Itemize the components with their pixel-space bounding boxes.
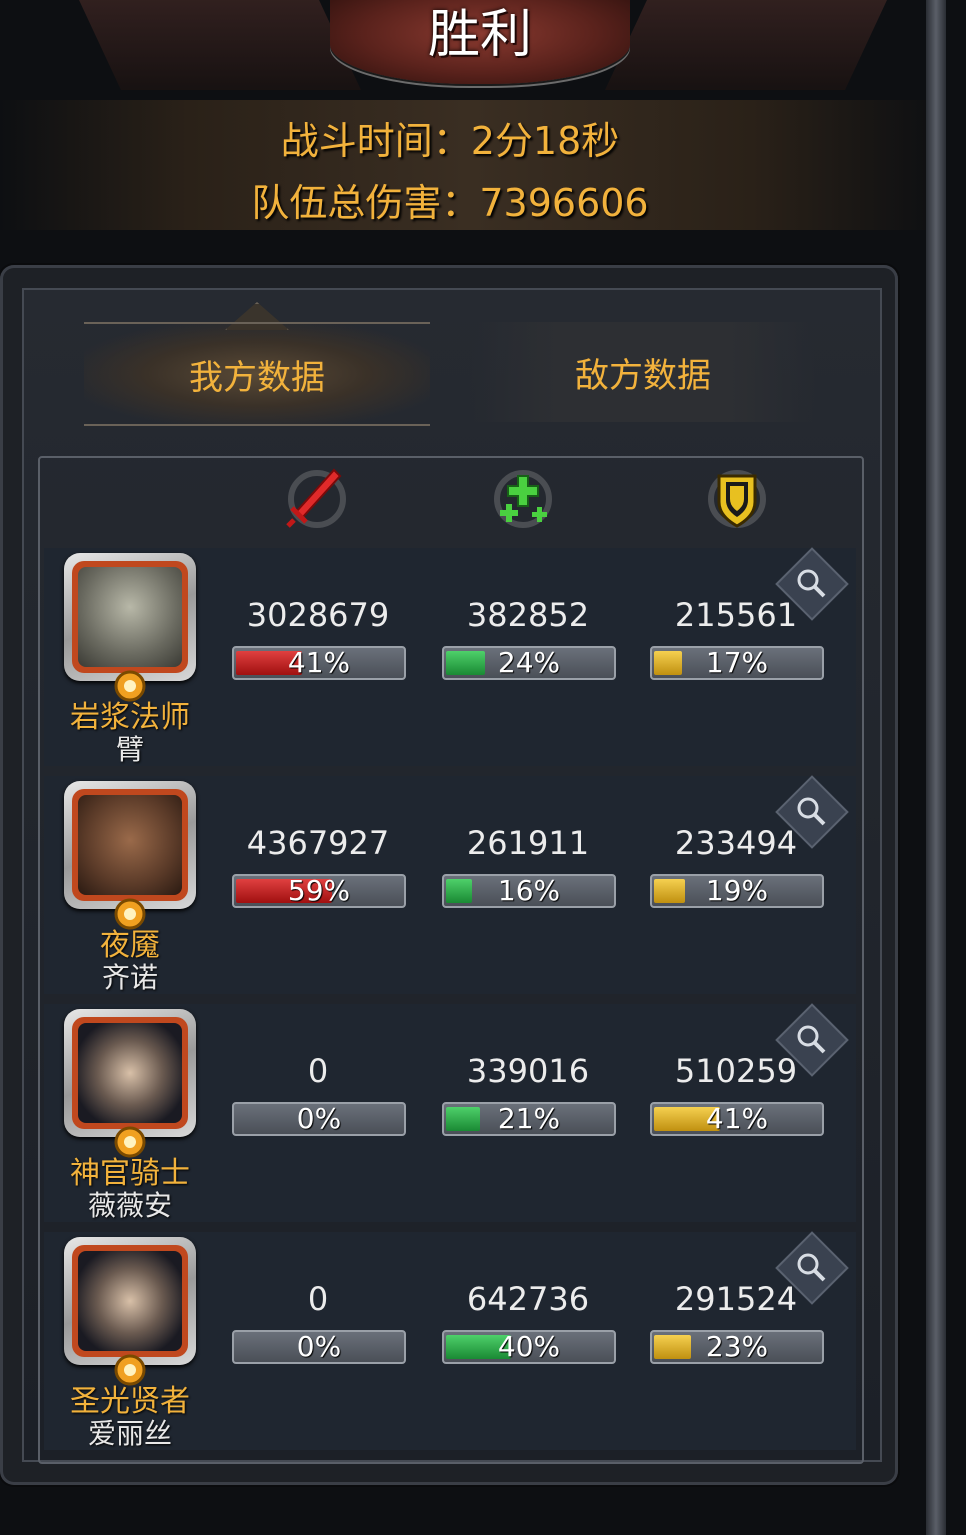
tank-bar: 41% [650, 1102, 824, 1136]
heal-pct: 21% [497, 1102, 561, 1135]
hero-portrait-image [78, 1251, 182, 1351]
banner-wing-left [79, 0, 361, 90]
frame-edge [926, 0, 946, 1535]
tank-pct: 19% [705, 874, 769, 907]
heal-bar: 21% [442, 1102, 616, 1136]
heal-bar: 40% [442, 1330, 616, 1364]
magnifier-icon [797, 797, 826, 826]
heal-column-header [478, 464, 568, 534]
tank-column-header [692, 464, 782, 534]
heal-pct: 24% [497, 646, 561, 679]
heal-value: 382852 [466, 596, 590, 634]
hero-name: 齐诺 [101, 961, 158, 994]
tab-enemy-data[interactable]: 敌方数据 [470, 322, 816, 422]
tank-pct: 17% [705, 646, 769, 679]
victory-title: 胜利 [427, 5, 532, 65]
heal-value: 261911 [466, 824, 590, 862]
damage-bar: 0% [232, 1330, 406, 1364]
hero-portrait-image [78, 795, 182, 895]
heal-bar: 24% [442, 646, 616, 680]
tank-bar: 23% [650, 1330, 824, 1364]
heal-value: 642736 [466, 1280, 590, 1318]
heal-pct: 40% [497, 1330, 561, 1363]
hero-name: 臂 [115, 733, 144, 766]
damage-column-header [272, 464, 362, 534]
damage-pct: 0% [296, 1330, 342, 1363]
damage-pct: 41% [287, 646, 351, 679]
hero-name: 爱丽丝 [87, 1417, 172, 1450]
damage-pct: 0% [296, 1102, 342, 1135]
heal-value: 339016 [466, 1052, 590, 1090]
magnifier-icon [797, 1253, 826, 1282]
tab-our-data[interactable]: 我方数据 [84, 322, 430, 426]
damage-value: 0 [307, 1280, 329, 1318]
sword-icon [286, 468, 346, 528]
damage-bar: 41% [232, 646, 406, 680]
tank-pct: 41% [705, 1102, 769, 1135]
heal-pct: 16% [497, 874, 561, 907]
hero-portrait[interactable] [64, 553, 196, 681]
magnifier-icon [797, 1025, 826, 1054]
banner-wing-right [605, 0, 887, 90]
battle-time: 战斗时间：2分18秒 [280, 119, 620, 163]
damage-value: 0 [307, 1052, 329, 1090]
hero-name: 薇薇安 [87, 1189, 172, 1222]
tank-bar: 19% [650, 874, 824, 908]
hero-portrait[interactable] [64, 781, 196, 909]
hero-portrait-image [78, 567, 182, 667]
damage-value: 4367927 [246, 824, 390, 862]
hero-portrait[interactable] [64, 1237, 196, 1365]
damage-bar: 59% [232, 874, 406, 908]
tank-pct: 23% [705, 1330, 769, 1363]
damage-value: 3028679 [246, 596, 390, 634]
hero-portrait-image [78, 1023, 182, 1123]
magnifier-icon [797, 569, 826, 598]
shield-icon [708, 470, 766, 528]
damage-bar: 0% [232, 1102, 406, 1136]
hero-portrait[interactable] [64, 1009, 196, 1137]
team-total-damage: 队伍总伤害：7396606 [251, 181, 649, 225]
tank-bar: 17% [650, 646, 824, 680]
damage-pct: 59% [287, 874, 351, 907]
heal-cross-icon [494, 470, 552, 528]
heal-bar: 16% [442, 874, 616, 908]
